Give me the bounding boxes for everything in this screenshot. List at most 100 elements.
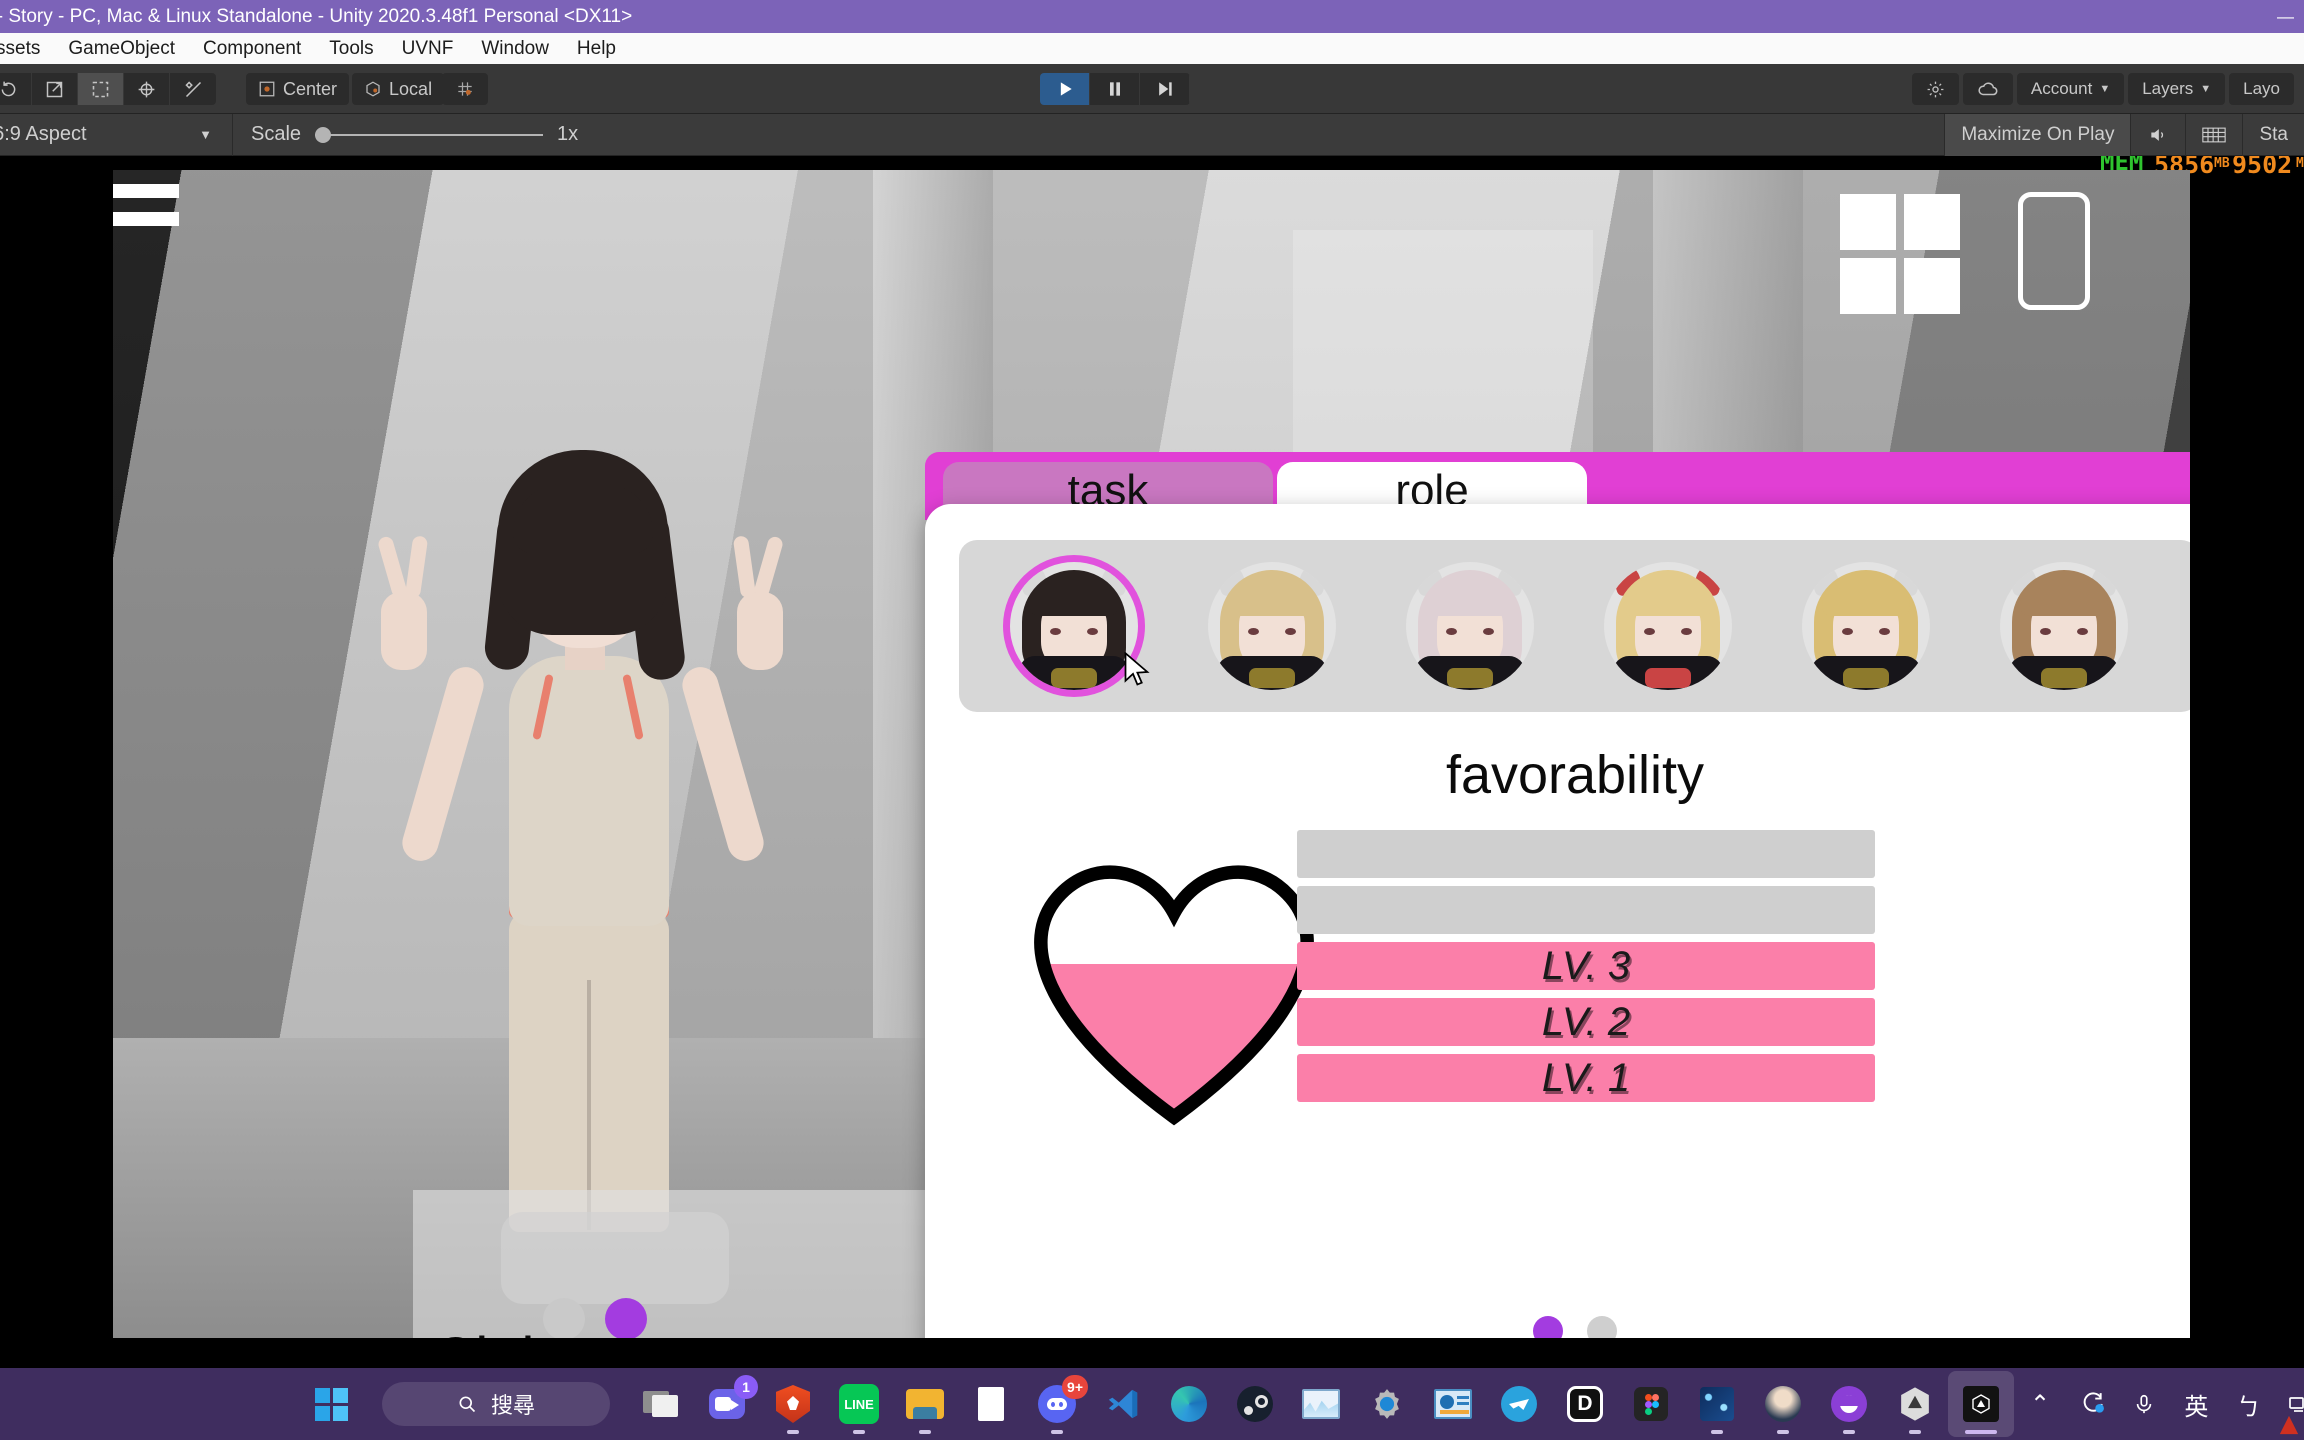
vscode-icon xyxy=(1108,1389,1138,1419)
pager-dot-1[interactable] xyxy=(1533,1316,1563,1338)
presentation-app-button[interactable] xyxy=(1420,1371,1486,1437)
figma-icon xyxy=(1634,1387,1668,1421)
transform-tools-group[interactable] xyxy=(0,73,216,105)
tray-sync-button[interactable] xyxy=(2066,1371,2118,1437)
unity-toolbar: Center Local Account ▼ Layers ▼ Layo MEM… xyxy=(0,64,2304,179)
transform-tool-icon[interactable] xyxy=(124,73,170,105)
d-app-button[interactable]: D xyxy=(1552,1371,1618,1437)
avatar-slot[interactable] xyxy=(1767,562,1965,690)
system-tray[interactable]: ⌃ 英 ㄅ xyxy=(2014,1371,2304,1437)
avatar-blonde-long[interactable] xyxy=(1208,562,1336,690)
pause-button[interactable] xyxy=(1090,73,1140,105)
pivot-rotation-button[interactable]: Local xyxy=(352,73,445,105)
github-button[interactable] xyxy=(1816,1371,1882,1437)
avatar-brown-bob[interactable] xyxy=(2000,562,2128,690)
move-tool-icon[interactable] xyxy=(32,73,78,105)
menu-button[interactable] xyxy=(113,170,179,240)
tray-mic-button[interactable] xyxy=(2118,1371,2170,1437)
scale-slider-knob[interactable] xyxy=(315,126,332,143)
scale-slider[interactable] xyxy=(315,125,544,145)
pattern-app-button[interactable] xyxy=(1684,1371,1750,1437)
menu-item-uvnf[interactable]: UVNF xyxy=(388,38,468,60)
layout-label: Layo xyxy=(2243,79,2280,98)
vs-code-button[interactable] xyxy=(1090,1371,1156,1437)
line-icon: LINE xyxy=(839,1384,879,1424)
preferences-button[interactable] xyxy=(1911,73,1959,105)
avatar-ponytail-blonde[interactable] xyxy=(1802,562,1930,690)
mute-audio-button[interactable] xyxy=(2130,113,2185,156)
pager-dot-2[interactable] xyxy=(1587,1316,1617,1338)
grid-snapping-button[interactable] xyxy=(442,73,488,105)
brave-browser-button[interactable] xyxy=(760,1371,826,1437)
game-viewport[interactable]: 笨蛋哥哥！最討厭你 Claire ✦✦✦ task role xyxy=(113,170,2190,1338)
line-app-button[interactable]: LINE xyxy=(826,1371,892,1437)
notepad-button[interactable] xyxy=(958,1371,1024,1437)
avatar-slot[interactable] xyxy=(1965,562,2163,690)
menu-item-tools[interactable]: Tools xyxy=(315,38,387,60)
menu-item-help[interactable]: Help xyxy=(563,38,630,60)
account-button[interactable]: Account ▼ xyxy=(2016,73,2125,105)
menu-item-component[interactable]: Component xyxy=(189,38,315,60)
hand-tool-icon[interactable] xyxy=(0,73,32,105)
avatar-silver-pink[interactable] xyxy=(1406,562,1534,690)
steam-button[interactable] xyxy=(1222,1371,1288,1437)
start-button[interactable] xyxy=(298,1371,364,1437)
discord-button[interactable]: 9+ xyxy=(1024,1371,1090,1437)
tray-expand-button[interactable]: ⌃ xyxy=(2014,1371,2066,1437)
avatar-golden-curl[interactable] xyxy=(1604,562,1732,690)
telegram-button[interactable] xyxy=(1486,1371,1552,1437)
minimize-icon[interactable]: — xyxy=(2277,7,2294,27)
layout-button[interactable]: Layo xyxy=(2229,73,2294,105)
tray-ime-language[interactable]: 英 xyxy=(2170,1371,2222,1437)
cloud-button[interactable] xyxy=(1962,73,2013,105)
avatar-slot[interactable] xyxy=(1569,562,1767,690)
avatar-claire[interactable] xyxy=(1010,562,1138,690)
avatar-slot[interactable] xyxy=(1371,562,1569,690)
toolbar-right-tools[interactable]: Account ▼ Layers ▼ Layo xyxy=(1911,73,2294,105)
character-app-button[interactable] xyxy=(1750,1371,1816,1437)
pivot-controls[interactable]: Center Local xyxy=(246,73,445,105)
panel-pager[interactable] xyxy=(925,1316,2190,1338)
task-view-button[interactable] xyxy=(628,1371,694,1437)
menu-item-window[interactable]: Window xyxy=(467,38,563,60)
file-explorer-button[interactable] xyxy=(892,1371,958,1437)
meet-app-button[interactable]: 1 xyxy=(694,1371,760,1437)
game-view-right-tools[interactable]: Maximize On Play Sta xyxy=(1944,113,2304,156)
cursor-arrow-icon xyxy=(1124,651,1150,686)
step-button[interactable] xyxy=(1140,73,1190,105)
window-controls[interactable]: — xyxy=(2277,0,2294,33)
chart-app-button[interactable] xyxy=(1288,1371,1354,1437)
unity-hub-button[interactable] xyxy=(1882,1371,1948,1437)
pivot-mode-button[interactable]: Center xyxy=(246,73,350,105)
unity-menu-bar[interactable]: ssets GameObject Component Tools UVNF Wi… xyxy=(0,33,2304,64)
maximize-on-play-button[interactable]: Maximize On Play xyxy=(1944,113,2131,156)
layers-button[interactable]: Layers ▼ xyxy=(2128,73,2226,105)
menu-item-gameobject[interactable]: GameObject xyxy=(54,38,189,60)
play-button[interactable] xyxy=(1040,73,1090,105)
aspect-ratio-dropdown[interactable]: 16:9 Aspect ▼ xyxy=(0,114,232,156)
gizmos-button[interactable] xyxy=(2185,113,2242,156)
avatar-slot[interactable] xyxy=(1173,562,1371,690)
windows-taskbar[interactable]: 搜尋 1 LINE 9+ D ⌃ 英 ㄅ xyxy=(0,1368,2304,1440)
scale-control[interactable]: Scale 1x xyxy=(233,123,596,146)
favorability-heart xyxy=(1009,832,1339,1132)
taskbar-icons[interactable]: 搜尋 1 LINE 9+ D xyxy=(298,1371,2014,1437)
scale-value: 1x xyxy=(557,123,579,145)
unity-editor-button[interactable] xyxy=(1948,1371,2014,1437)
custom-tool-icon[interactable] xyxy=(170,73,216,105)
grid-menu-button[interactable] xyxy=(1840,194,1960,314)
taskbar-search-box[interactable]: 搜尋 xyxy=(382,1382,610,1426)
settings-button[interactable] xyxy=(1354,1371,1420,1437)
character-panel[interactable]: task role favorability LV. 3 LV. 2 LV. 1 xyxy=(925,452,2190,1338)
menu-item-assets[interactable]: ssets xyxy=(0,38,54,60)
play-controls[interactable] xyxy=(1040,73,1190,105)
rect-tool-icon[interactable] xyxy=(78,73,124,105)
phone-button[interactable] xyxy=(2018,192,2090,310)
dialogue-top-rounded xyxy=(501,1212,729,1304)
grid-cell xyxy=(1840,258,1896,314)
stats-button[interactable]: Sta xyxy=(2242,113,2304,156)
character-hand-right xyxy=(737,592,783,670)
edge-browser-button[interactable] xyxy=(1156,1371,1222,1437)
tray-ime-mode[interactable]: ㄅ xyxy=(2222,1371,2274,1437)
figma-button[interactable] xyxy=(1618,1371,1684,1437)
